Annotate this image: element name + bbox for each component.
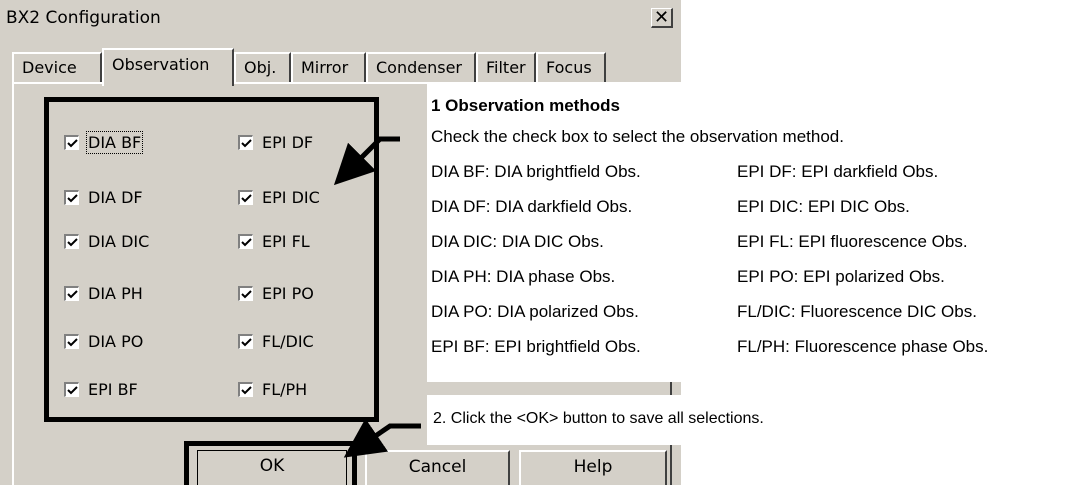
check-icon bbox=[241, 194, 252, 203]
checkbox-box[interactable] bbox=[64, 334, 79, 349]
checkbox-epi-bf[interactable]: EPI BF bbox=[64, 380, 138, 399]
check-icon bbox=[67, 238, 78, 247]
checkbox-epi-fl[interactable]: EPI FL bbox=[238, 232, 310, 251]
checkbox-box[interactable] bbox=[238, 382, 253, 397]
checkbox-dia-ph[interactable]: DIA PH bbox=[64, 284, 143, 303]
checkbox-box[interactable] bbox=[64, 286, 79, 301]
annotation-item: DIA PH: DIA phase Obs. bbox=[431, 267, 616, 286]
tab-mirror[interactable]: Mirror bbox=[291, 52, 366, 82]
annotation-ok-text: 2. Click the <OK> button to save all sel… bbox=[433, 410, 764, 427]
checkbox-label: DIA PH bbox=[88, 284, 143, 303]
annotation-item: DIA DIC: DIA DIC Obs. bbox=[431, 232, 604, 251]
checkbox-label: DIA PO bbox=[88, 332, 144, 351]
checkbox-epi-df[interactable]: EPI DF bbox=[238, 133, 313, 152]
checkbox-box[interactable] bbox=[64, 135, 79, 150]
annotation-item: DIA PO: DIA polarized Obs. bbox=[431, 302, 639, 321]
help-button[interactable]: Help bbox=[519, 450, 667, 485]
checkbox-box[interactable] bbox=[238, 190, 253, 205]
check-icon bbox=[67, 139, 78, 148]
checkbox-box[interactable] bbox=[238, 286, 253, 301]
annotation-item: DIA BF: DIA brightfield Obs. bbox=[431, 162, 641, 181]
checkbox-box[interactable] bbox=[64, 190, 79, 205]
annotation-item: FL/DIC: Fluorescence DIC Obs. bbox=[737, 302, 977, 321]
checkbox-epi-po[interactable]: EPI PO bbox=[238, 284, 314, 303]
check-icon bbox=[67, 194, 78, 203]
title-bar: BX2 Configuration ✕ bbox=[0, 0, 681, 35]
checkbox-label: EPI PO bbox=[262, 284, 314, 303]
checkbox-dia-df[interactable]: DIA DF bbox=[64, 188, 143, 207]
checkbox-fl-dic[interactable]: FL/DIC bbox=[238, 332, 314, 351]
tab-focus[interactable]: Focus bbox=[536, 52, 606, 82]
check-icon bbox=[241, 238, 252, 247]
close-button[interactable]: ✕ bbox=[651, 8, 673, 28]
checkbox-label: FL/DIC bbox=[262, 332, 314, 351]
check-icon bbox=[241, 386, 252, 395]
checkbox-label: DIA DF bbox=[88, 188, 143, 207]
annotation-observation-methods: 1 Observation methods Check the check bo… bbox=[427, 82, 1087, 382]
tab-filter[interactable]: Filter bbox=[476, 52, 536, 82]
annotation-ok-button: 2. Click the <OK> button to save all sel… bbox=[427, 395, 764, 445]
check-icon bbox=[67, 386, 78, 395]
checkbox-box[interactable] bbox=[238, 234, 253, 249]
checkbox-dia-po[interactable]: DIA PO bbox=[64, 332, 143, 351]
annotation-item: EPI DF: EPI darkfield Obs. bbox=[737, 162, 939, 181]
ok-button[interactable]: OK bbox=[197, 450, 347, 485]
checkbox-label: EPI BF bbox=[88, 380, 138, 399]
window-title: BX2 Configuration bbox=[6, 8, 161, 28]
checkbox-label: EPI FL bbox=[262, 232, 310, 251]
checkbox-label: EPI DF bbox=[262, 133, 314, 152]
checkbox-label: EPI DIC bbox=[262, 188, 320, 207]
check-icon bbox=[67, 290, 78, 299]
checkbox-box[interactable] bbox=[64, 382, 79, 397]
annotation-item: EPI FL: EPI fluorescence Obs. bbox=[737, 232, 968, 251]
checkbox-box[interactable] bbox=[238, 135, 253, 150]
annotation-item: EPI DIC: EPI DIC Obs. bbox=[737, 197, 910, 216]
tab-obj[interactable]: Obj. bbox=[234, 52, 291, 82]
annotation-item: EPI BF: EPI brightfield Obs. bbox=[431, 337, 641, 356]
check-icon bbox=[67, 338, 78, 347]
annotation-item: EPI PO: EPI polarized Obs. bbox=[737, 267, 945, 286]
checkbox-box[interactable] bbox=[238, 334, 253, 349]
tab-device[interactable]: Device bbox=[12, 52, 102, 82]
annotation-heading: 1 Observation methods bbox=[431, 96, 620, 115]
annotation-item: DIA DF: DIA darkfield Obs. bbox=[431, 197, 633, 216]
tab-observation[interactable]: Observation bbox=[102, 48, 234, 86]
check-icon bbox=[241, 139, 252, 148]
annotation-item: FL/PH: Fluorescence phase Obs. bbox=[737, 337, 989, 356]
checkbox-fl-ph[interactable]: FL/PH bbox=[238, 380, 307, 399]
tab-condenser[interactable]: Condenser bbox=[366, 52, 476, 82]
cancel-button[interactable]: Cancel bbox=[365, 450, 510, 485]
checkbox-epi-dic[interactable]: EPI DIC bbox=[238, 188, 320, 207]
check-icon bbox=[241, 290, 252, 299]
checkbox-label: DIA DIC bbox=[88, 232, 150, 251]
checkbox-dia-bf[interactable]: DIA BF bbox=[64, 131, 144, 154]
checkbox-box[interactable] bbox=[64, 234, 79, 249]
checkbox-label: FL/PH bbox=[262, 380, 308, 399]
checkbox-dia-dic[interactable]: DIA DIC bbox=[64, 232, 149, 251]
annotation-intro: Check the check box to select the observ… bbox=[431, 127, 844, 146]
check-icon bbox=[241, 338, 252, 347]
checkbox-label: DIA BF bbox=[85, 131, 144, 154]
